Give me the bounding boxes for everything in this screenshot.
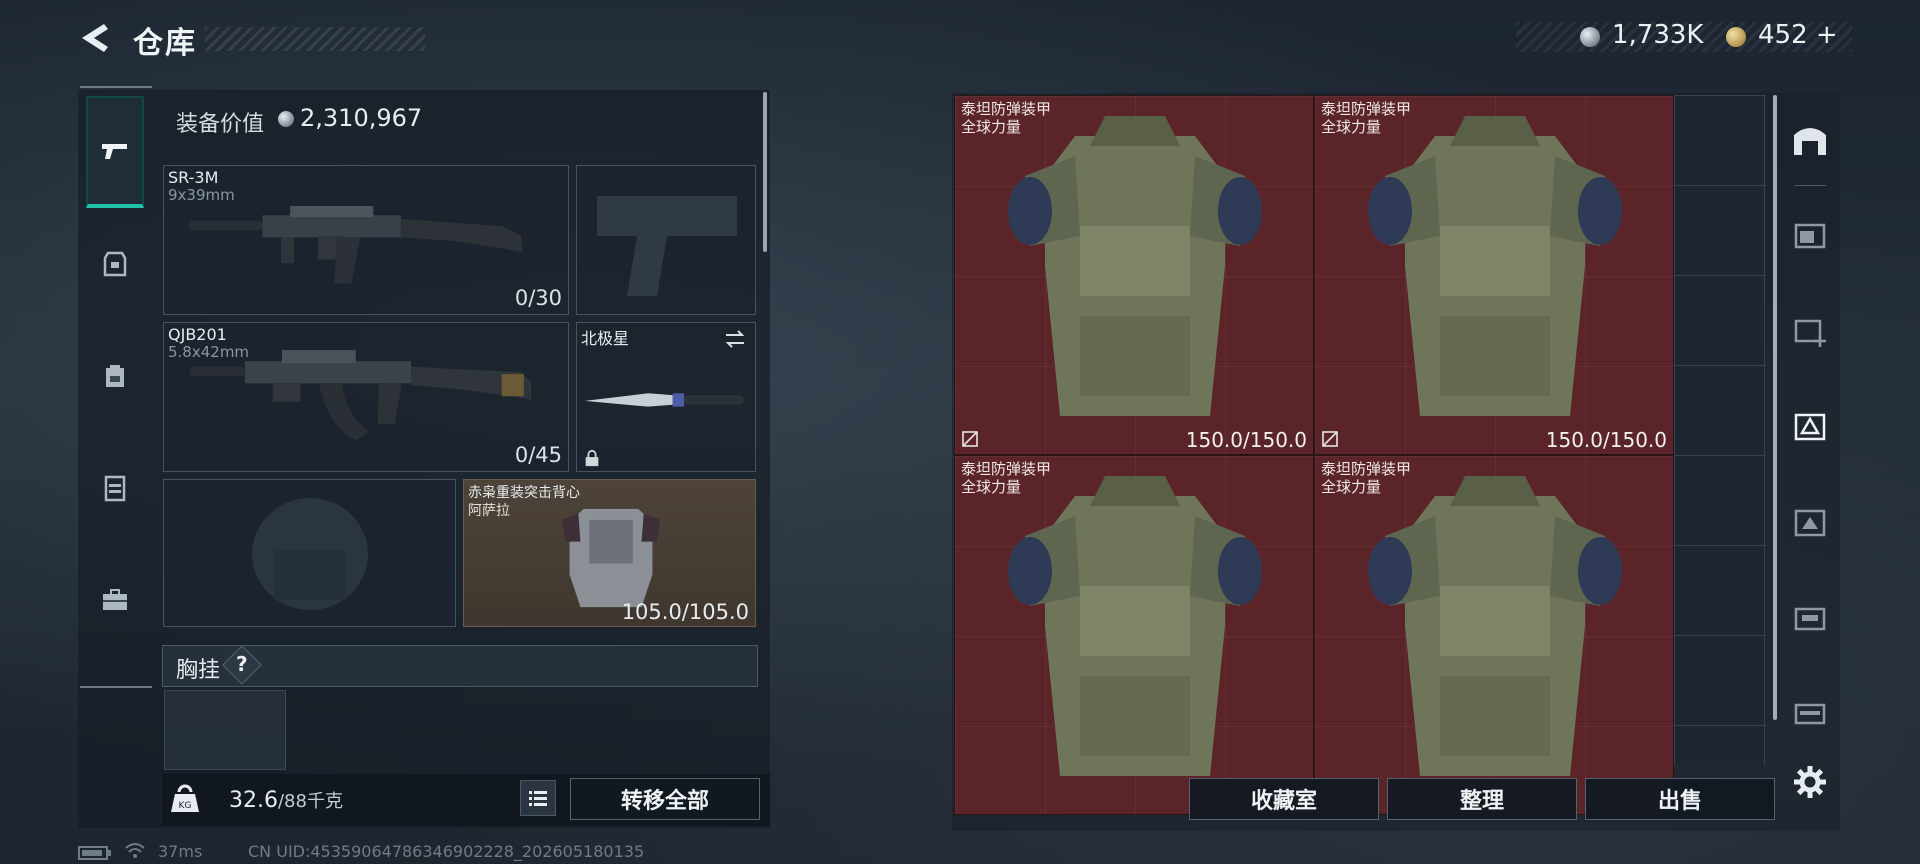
tab-backpack[interactable]	[86, 320, 144, 432]
secondary-currency-value: 452	[1758, 20, 1808, 50]
pistol-icon	[102, 144, 127, 159]
knife-image	[584, 393, 744, 407]
ammo-filter-icon[interactable]	[1790, 691, 1830, 731]
tab-chest-rig[interactable]	[86, 432, 144, 544]
tab-toolbox[interactable]	[86, 544, 144, 656]
armor-tab-icon	[103, 251, 127, 277]
sidearm-slot-empty[interactable]	[576, 165, 756, 315]
gold-coin-icon	[1726, 27, 1746, 47]
rifle-image	[189, 350, 532, 441]
silver-coin-icon	[1580, 27, 1600, 47]
sell-button[interactable]: 出售	[1585, 778, 1775, 820]
item-durability: 150.0/150.0	[1185, 428, 1307, 452]
melee-slot[interactable]: 北极星	[576, 322, 756, 472]
helmet-slot-empty[interactable]	[163, 479, 456, 627]
weapon-ammo: 0/45	[514, 443, 562, 467]
storage-add-icon[interactable]	[1790, 309, 1830, 349]
weapon-ammo: 0/30	[514, 286, 562, 310]
primary-currency-value: 1,733K	[1612, 20, 1704, 50]
weight-max: /88千克	[277, 791, 343, 812]
storage-filter-bar	[1776, 95, 1840, 735]
weapon-filter-icon[interactable]	[1790, 597, 1830, 637]
loadout-tabs	[80, 86, 152, 688]
storage-item[interactable]: 泰坦防弹装甲 全球力量 150.0/150.0	[954, 95, 1314, 455]
move-all-button[interactable]: 转移全部	[570, 778, 760, 820]
chest-rig-icon	[104, 475, 126, 502]
secondary-currency[interactable]: 452 +	[1758, 20, 1838, 50]
armor-filter-icon[interactable]	[1790, 405, 1830, 445]
storage-item[interactable]: 泰坦防弹装甲 全球力量	[1314, 455, 1674, 815]
armor-brand: 阿萨拉	[468, 503, 510, 519]
melee-name: 北极星	[581, 329, 630, 348]
back-arrow-icon	[82, 24, 108, 52]
storage-item[interactable]: 泰坦防弹装甲 全球力量 150.0/150.0	[1314, 95, 1674, 455]
titan-armor-image	[1368, 116, 1622, 416]
battery-icon	[78, 846, 111, 860]
loadout-value-label: 装备价值	[176, 112, 265, 137]
titan-armor-image	[1008, 476, 1262, 776]
backpack-icon	[106, 365, 124, 387]
body-armor-slot[interactable]: 赤枭重装突击背心 阿萨拉 105.0/105.0	[463, 479, 756, 627]
swap-icon[interactable]	[723, 327, 747, 351]
tab-weapons[interactable]	[86, 96, 144, 208]
user-uid: CN UID:45359064786346902228_202605180135	[248, 842, 645, 861]
wifi-icon	[125, 843, 145, 858]
svg-text:KG: KG	[179, 801, 192, 811]
no-insure-icon	[962, 431, 978, 447]
add-currency-icon[interactable]: +	[1816, 20, 1838, 50]
weight-readout: 32.6/88千克	[229, 787, 343, 813]
weight-current: 32.6	[229, 788, 278, 813]
storage-tier-4-icon[interactable]	[1790, 213, 1830, 253]
weight-icon: KG	[171, 784, 199, 812]
storage-grid: 泰坦防弹装甲 全球力量 150.0/150.0 泰坦防弹装甲 全球力量 150.…	[954, 95, 1766, 815]
sort-button[interactable]: 整理	[1387, 778, 1577, 820]
no-insure-icon	[1322, 431, 1338, 447]
tab-armor[interactable]	[86, 208, 144, 320]
storage-item[interactable]: 泰坦防弹装甲 全球力量	[954, 455, 1314, 815]
list-view-button[interactable]	[520, 780, 556, 816]
secondary-weapon-slot[interactable]: QJB201 5.8x42mm 0/45	[163, 322, 569, 472]
titan-armor-image	[1008, 116, 1262, 416]
item-brand: 全球力量	[1321, 118, 1382, 136]
chest-rig-slot-empty[interactable]	[164, 690, 286, 770]
filter-divider	[1794, 185, 1826, 186]
primary-weapon-slot[interactable]: SR-3M 9x39mm 0/30	[163, 165, 569, 315]
ping-readout: 37ms	[158, 842, 203, 861]
armor-durability: 105.0/105.0	[621, 600, 749, 624]
toolbox-icon	[103, 589, 127, 610]
help-icon-glyph: ?	[236, 652, 248, 676]
silver-coin-icon	[278, 111, 294, 127]
chest-rig-label: 胸挂	[176, 658, 221, 683]
lock-icon	[585, 449, 599, 467]
helmet-filter-icon[interactable]	[1790, 501, 1830, 541]
rifle-image	[188, 206, 523, 284]
item-durability: 150.0/150.0	[1545, 428, 1667, 452]
warehouse-icon[interactable]	[1790, 119, 1830, 159]
item-brand: 全球力量	[961, 478, 1022, 496]
loadout-scrollbar[interactable]	[763, 92, 767, 252]
pistol-silhouette-icon	[597, 196, 737, 296]
loadout-value: 2,310,967	[300, 104, 423, 132]
helmet-silhouette-icon	[252, 498, 368, 610]
item-brand: 全球力量	[1321, 478, 1382, 496]
title-decoration	[205, 27, 425, 51]
titan-armor-image	[1368, 476, 1622, 776]
page-title: 仓库	[133, 26, 197, 61]
item-brand: 全球力量	[961, 118, 1022, 136]
collection-room-button[interactable]: 收藏室	[1189, 778, 1379, 820]
back-button[interactable]	[78, 20, 114, 56]
settings-gear-icon[interactable]	[1792, 764, 1828, 800]
list-icon	[529, 791, 547, 806]
